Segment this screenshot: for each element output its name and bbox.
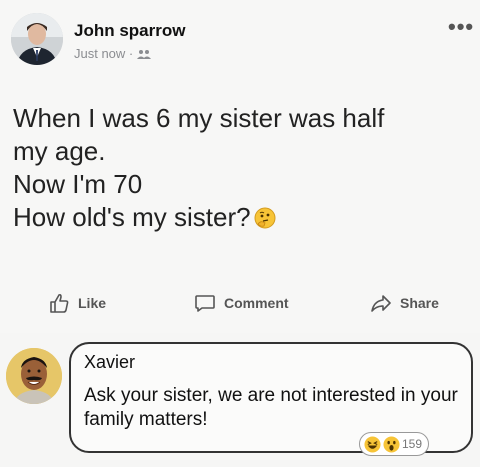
post-line-4: How old's my sister?	[13, 202, 251, 232]
more-options-icon[interactable]: •••	[448, 16, 474, 38]
thinking-face-icon	[254, 207, 276, 229]
wow-icon	[383, 435, 400, 453]
author-avatar[interactable]	[11, 13, 63, 65]
post-line-2: my age.	[13, 136, 106, 166]
post-meta: Just now ·	[74, 46, 152, 61]
share-button[interactable]: Share	[370, 292, 439, 314]
post-actions: Like Comment Share	[0, 292, 480, 320]
haha-icon	[364, 435, 381, 453]
author-name[interactable]: John sparrow	[74, 21, 185, 41]
post-line-1: When I was 6 my sister was half	[13, 103, 385, 133]
comment-button[interactable]: Comment	[194, 292, 289, 314]
commenter-name[interactable]: Xavier	[84, 352, 135, 373]
like-button[interactable]: Like	[48, 292, 106, 314]
comment-bubble: Xavier Ask your sister, we are not inter…	[69, 342, 473, 456]
share-arrow-icon	[371, 295, 391, 312]
post-line-3: Now I'm 70	[13, 169, 143, 199]
share-label: Share	[400, 295, 439, 311]
comment-icon	[195, 295, 215, 312]
comment-label: Comment	[224, 295, 289, 311]
post-card: John sparrow Just now · ••• When I was 6…	[0, 0, 480, 333]
smiling-man-avatar-icon	[6, 348, 62, 404]
thumbs-up-icon	[50, 293, 69, 313]
reaction-count: 159	[402, 437, 423, 451]
comment-text: Ask your sister, we are not interested i…	[84, 385, 458, 430]
person-in-suit-avatar-icon	[11, 13, 63, 65]
post-text: When I was 6 my sister was half my age. …	[13, 102, 468, 234]
reactions-summary[interactable]: 159	[359, 432, 430, 456]
commenter-avatar[interactable]	[6, 348, 62, 404]
comment-section: Xavier Ask your sister, we are not inter…	[0, 333, 480, 467]
friends-icon	[137, 49, 152, 59]
like-label: Like	[78, 295, 107, 311]
timestamp: Just now ·	[74, 46, 134, 61]
